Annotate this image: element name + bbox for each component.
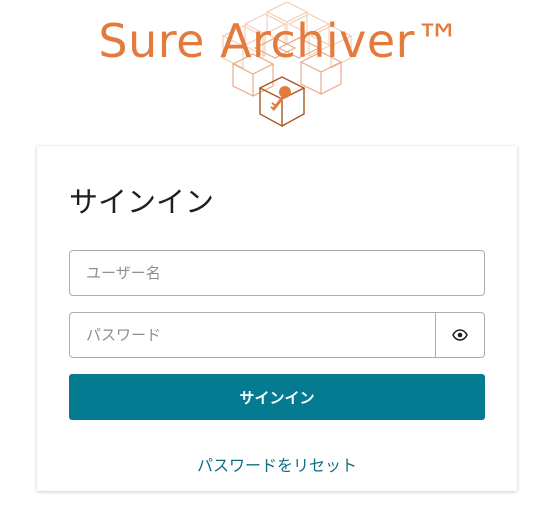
logo: Sure Archiver™ [0, 0, 560, 140]
password-input[interactable] [70, 313, 435, 357]
logo-text: Sure Archiver™ [98, 14, 462, 68]
password-field-wrapper [69, 312, 485, 358]
username-field-wrapper [69, 250, 485, 296]
reset-password-link[interactable]: パスワードをリセット [37, 452, 517, 476]
username-input[interactable] [70, 251, 484, 295]
show-password-button[interactable] [435, 313, 484, 357]
sign-in-button[interactable]: サインイン [69, 374, 485, 420]
sign-in-title: サインイン [69, 185, 215, 219]
eye-icon [452, 329, 468, 341]
sign-in-card: サインイン サインイン パスワードをリセット [37, 146, 517, 491]
sign-in-page: Sure Archiver™ サインイン サインイン パスワードをリセット [0, 0, 560, 508]
